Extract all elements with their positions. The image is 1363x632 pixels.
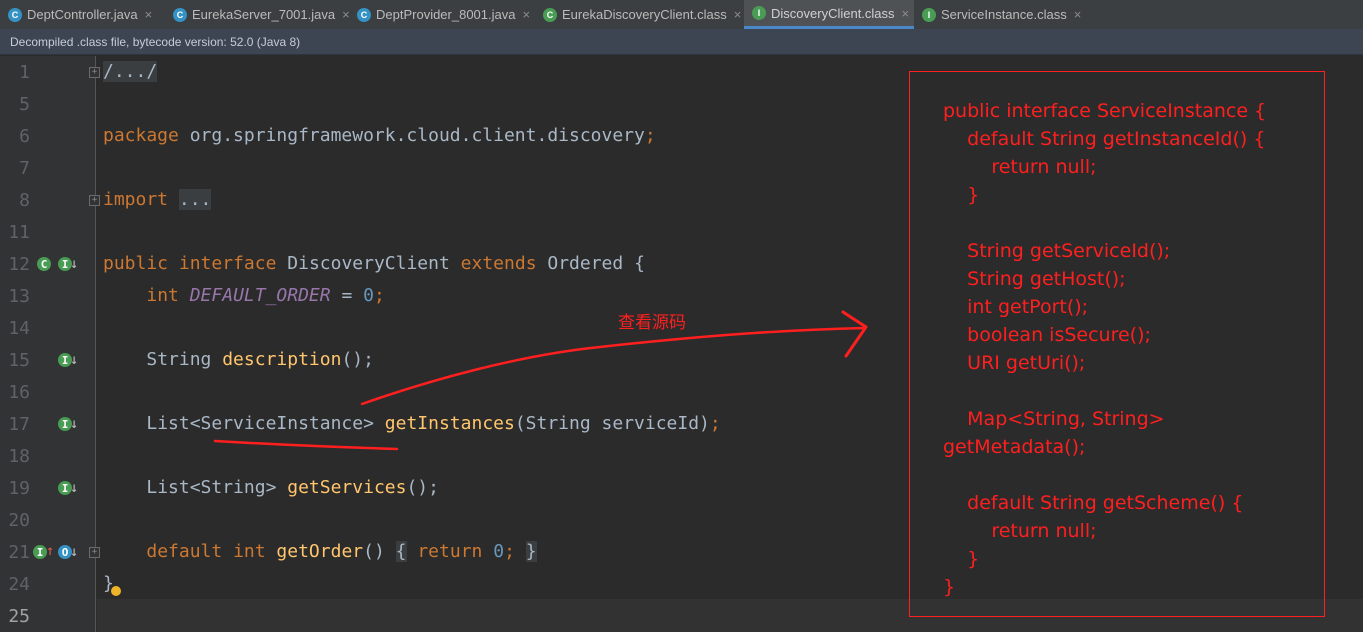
source-box-line: } (943, 576, 956, 598)
source-box-line: Map<String, String> (943, 408, 1165, 430)
source-box-line: String getHost(); (943, 268, 1126, 290)
annotation-text: 查看源码 (618, 313, 686, 333)
source-box-line: } (943, 548, 980, 570)
source-box-line: public interface ServiceInstance { (943, 100, 1267, 122)
source-box-line: String getServiceId(); (943, 240, 1171, 262)
source-box-line: default String getInstanceId() { (943, 128, 1266, 150)
source-box-line: default String getScheme() { (943, 492, 1244, 514)
source-box-line: getMetadata(); (943, 436, 1086, 458)
source-box-line: boolean isSecure(); (943, 324, 1151, 346)
annotation-arrow-line (360, 326, 867, 406)
annotation-arrow-head (841, 310, 868, 358)
source-box-line: return null; (943, 520, 1097, 542)
annotation-underline (213, 439, 399, 451)
source-box-line: } (943, 184, 980, 206)
source-box-line: int getPort(); (943, 296, 1089, 318)
source-box-line: return null; (943, 156, 1097, 178)
source-box-line: URI getUri(); (943, 352, 1086, 374)
